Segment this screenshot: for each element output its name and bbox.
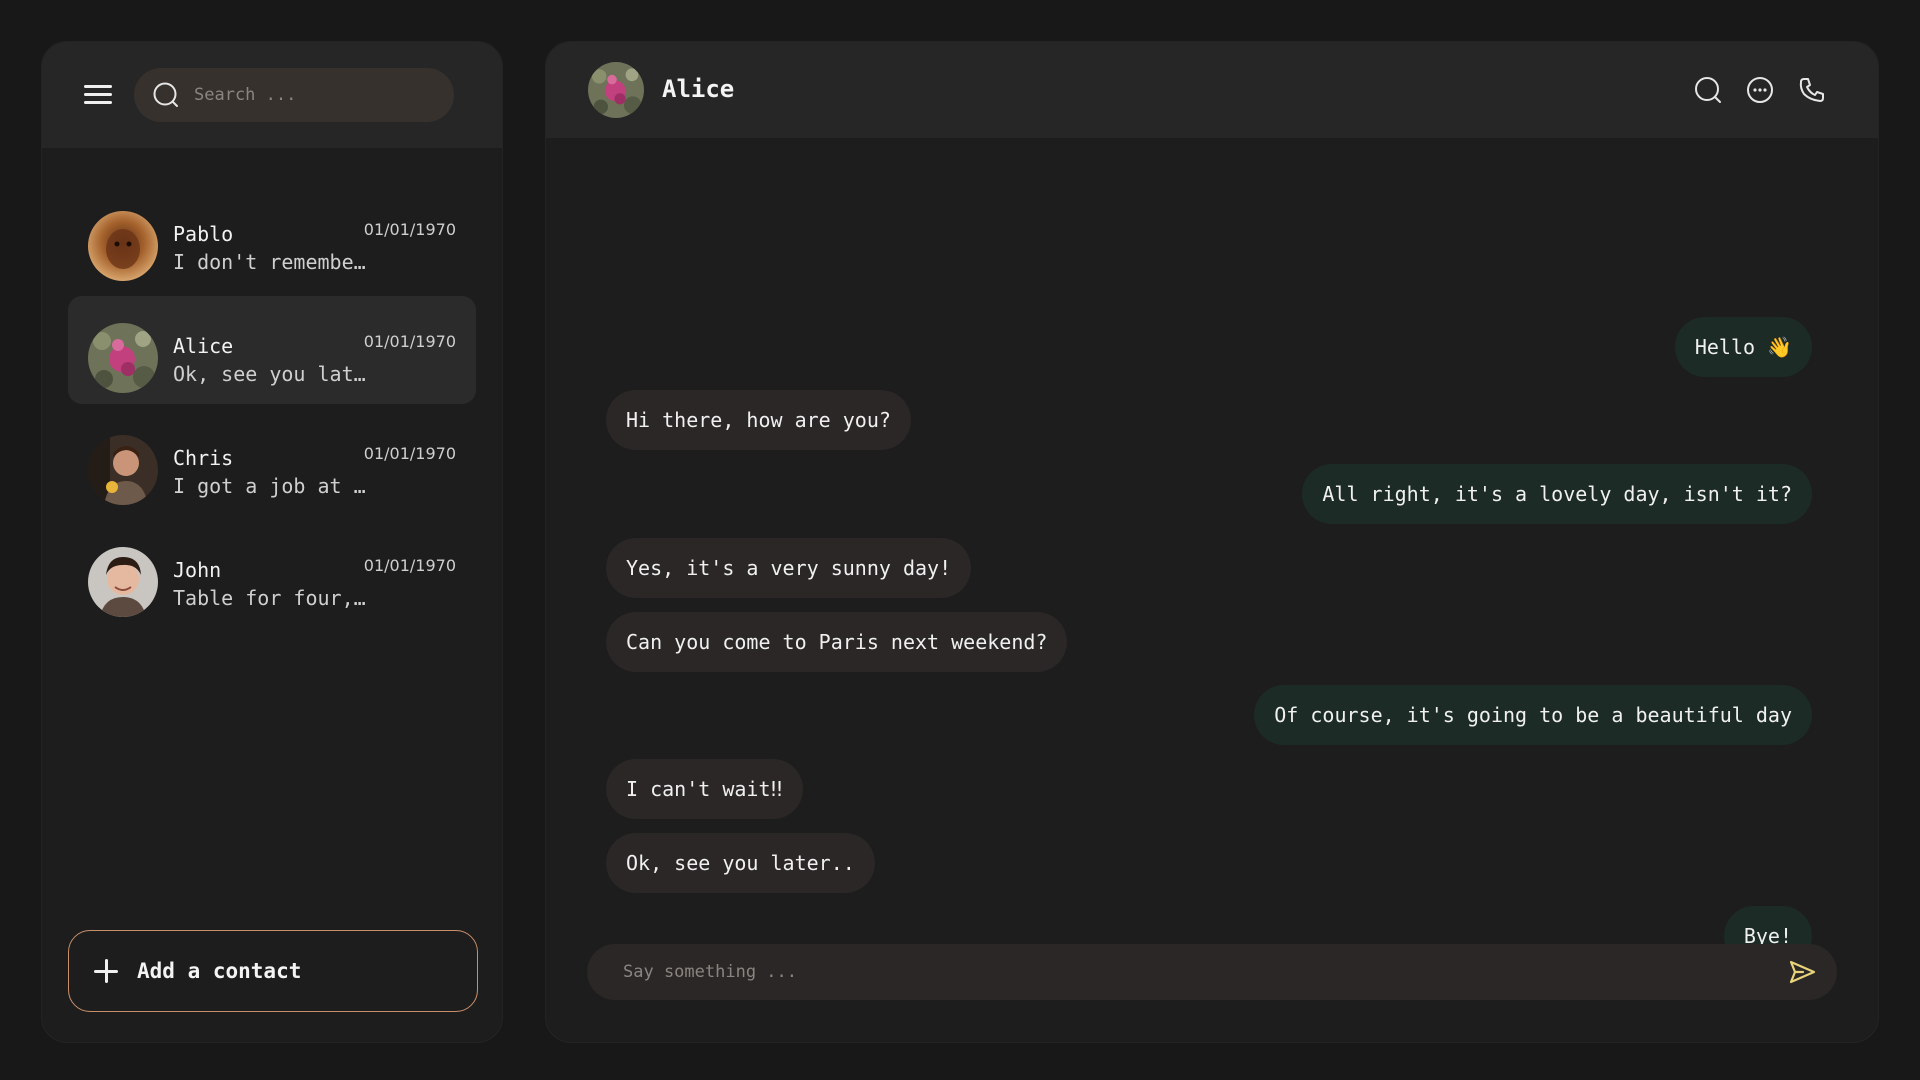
avatar [88,435,158,505]
contacts-sidebar: Pablo I don't remembe… 01/01/1970 Alice … [41,41,503,1043]
avatar [88,211,158,281]
avatar [88,323,158,393]
chat-actions [1694,76,1826,104]
add-contact-label: Add a contact [137,959,302,983]
more-icon[interactable] [1746,76,1774,104]
sidebar-header [42,42,502,148]
message-composer[interactable] [587,944,1837,1000]
search-input[interactable] [192,84,436,106]
add-contact-button[interactable]: Add a contact [68,930,478,1012]
phone-icon[interactable] [1798,76,1826,104]
contact-date: 01/01/1970 [363,220,456,239]
contact-item-pablo[interactable]: Pablo I don't remembe… 01/01/1970 [68,184,476,292]
contact-preview: Table for four,… [173,586,366,610]
message-input[interactable] [621,961,1787,983]
message-outgoing: All right, it's a lovely day, isn't it? [1302,464,1812,524]
contact-name: John [173,558,222,582]
contact-name: Chris [173,446,234,470]
plus-icon [93,958,119,984]
message-incoming: Ok, see you later.. [606,833,875,893]
hamburger-menu-icon[interactable] [84,84,112,106]
search-icon[interactable] [1694,76,1722,104]
send-icon[interactable] [1787,957,1817,987]
message-incoming: Yes, it's a very sunny day! [606,538,972,598]
contact-preview: I don't remembe… [173,250,366,274]
message-incoming: Can you come to Paris next weekend? [606,612,1068,672]
message-list: Hello 👋 Hi there, how are you? All right… [546,138,1878,966]
contact-date: 01/01/1970 [363,444,456,463]
contact-list: Pablo I don't remembe… 01/01/1970 Alice … [42,148,502,628]
search-icon [153,82,178,107]
chat-avatar[interactable] [588,62,644,118]
chat-panel: Alice Hello 👋 Hi there, how are you? All… [545,41,1879,1043]
contact-name: Pablo [173,222,234,246]
contact-item-john[interactable]: John Table for four,… 01/01/1970 [68,520,476,628]
contact-item-alice[interactable]: Alice Ok, see you lat… 01/01/1970 [68,296,476,404]
message-incoming: I can't wait‼ [606,759,803,819]
chat-title: Alice [662,75,735,103]
contact-item-chris[interactable]: Chris I got a job at … 01/01/1970 [68,408,476,516]
contact-name: Alice [173,334,234,358]
message-outgoing: Hello 👋 [1674,317,1812,377]
contact-preview: I got a job at … [173,474,366,498]
contact-preview: Ok, see you lat… [173,362,366,386]
message-incoming: Hi there, how are you? [606,390,911,450]
contact-date: 01/01/1970 [363,556,456,575]
search-box[interactable] [134,68,454,122]
contact-date: 01/01/1970 [363,332,456,351]
message-outgoing: Of course, it's going to be a beautiful … [1254,685,1812,745]
avatar [88,547,158,617]
chat-header: Alice [546,42,1878,138]
